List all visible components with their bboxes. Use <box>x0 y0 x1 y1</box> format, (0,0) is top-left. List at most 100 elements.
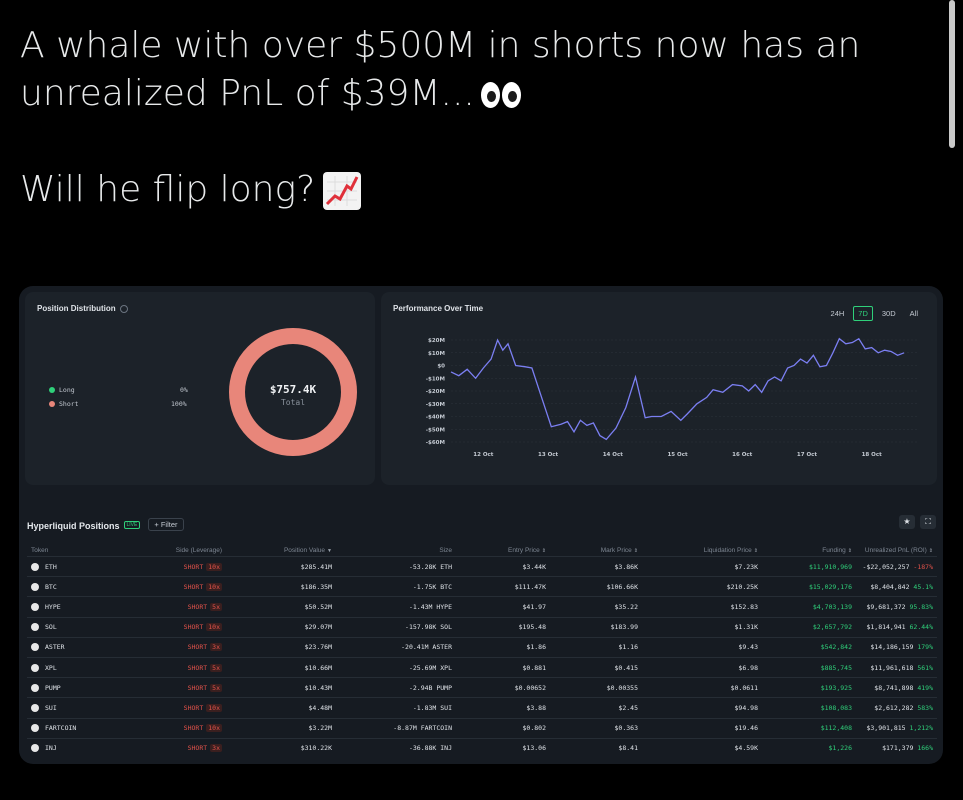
entry-price-cell: $0.802 <box>456 717 550 739</box>
funding-cell: $1,226 <box>762 737 856 758</box>
leverage-badge: 5x <box>210 683 222 692</box>
position-value-cell: $29.07M <box>226 616 336 638</box>
side-label: SHORT <box>187 663 208 672</box>
x-tick-label: 14 Oct <box>603 452 624 458</box>
token-icon <box>31 643 39 652</box>
long-pct: 0% <box>180 386 188 394</box>
side-cell: SHORT 10x <box>113 555 226 577</box>
col-mark-price[interactable]: Mark Price ⇕ <box>550 544 642 557</box>
size-cell: -53.28K ETH <box>336 555 456 577</box>
entry-price-cell: $195.48 <box>456 616 550 638</box>
col-liquidation-price[interactable]: Liquidation Price ⇕ <box>642 544 762 557</box>
x-tick-label: 13 Oct <box>538 452 559 458</box>
table-row[interactable]: FARTCOIN SHORT 10x $3.22M -8.87M FARTCOIN $0.… <box>27 717 937 739</box>
position-value-cell: $50.52M <box>226 596 336 618</box>
side-cell: SHORT 10x <box>113 697 226 718</box>
pnl-value: $9,681,372 <box>866 602 906 611</box>
sort-icon: ⇕ <box>753 547 758 554</box>
table-row[interactable]: INJ SHORT 3x $310.22K -36.88K INJ $13.06 $8.41… <box>27 737 937 758</box>
funding-cell: $542,842 <box>762 636 856 658</box>
entry-price-cell: $3.88 <box>456 697 550 718</box>
side-label: SHORT <box>183 582 204 591</box>
pnl-cell: $3,901,815 1,212% <box>856 717 937 739</box>
col-entry-price[interactable]: Entry Price ⇕ <box>456 544 550 557</box>
pnl-cell: -$22,052,257 -187% <box>856 555 937 577</box>
token-cell: HYPE <box>27 596 113 618</box>
pnl-value: $171,379 <box>882 744 914 753</box>
size-cell: -8.87M FARTCOIN <box>336 717 456 739</box>
liquidation-price-cell: $9.43 <box>642 636 762 658</box>
col-position-value-label: Position Value <box>283 546 326 554</box>
page-scrollbar[interactable] <box>949 0 955 148</box>
table-row[interactable]: HYPE SHORT 5x $50.52M -1.43M HYPE $41.97 $35.2… <box>27 596 937 618</box>
side-cell: SHORT 3x <box>113 737 226 758</box>
tweet-line-3: Will he flip long? <box>20 166 920 214</box>
token-icon <box>31 602 39 611</box>
table-row[interactable]: BTC SHORT 10x $186.35M -1.75K BTC $111.47K $10… <box>27 576 937 597</box>
pnl-cell: $11,961,618 561% <box>856 656 937 678</box>
y-tick-label: -$60M <box>426 440 445 446</box>
position-distribution-title: Position Distribution <box>37 304 128 313</box>
entry-price-cell: $1.86 <box>456 636 550 658</box>
pnl-value: $8,741,898 <box>874 683 914 692</box>
mark-price-cell: $0.415 <box>550 656 642 678</box>
mark-price-cell: $1.16 <box>550 636 642 658</box>
liquidation-price-cell: $152.83 <box>642 596 762 618</box>
liquidation-price-cell: $4.59K <box>642 737 762 758</box>
roi-value: 166% <box>917 744 933 753</box>
funding-cell: $885,745 <box>762 656 856 678</box>
tweet-line-1: A whale with over $500M in shorts now ha… <box>20 25 861 66</box>
size-cell: -1.75K BTC <box>336 576 456 597</box>
entry-price-cell: $41.97 <box>456 596 550 618</box>
sort-icon: ⇕ <box>541 547 546 554</box>
leverage-badge: 3x <box>210 643 222 652</box>
col-unrealized-pnl-label: Unrealized PnL (ROI) <box>864 546 927 554</box>
y-tick-label: -$10M <box>426 376 445 382</box>
col-unrealized-pnl[interactable]: Unrealized PnL (ROI) ⇕ <box>856 544 937 557</box>
col-side[interactable]: Side (Leverage) <box>113 544 226 557</box>
position-value-cell: $4.48M <box>226 697 336 718</box>
table-row[interactable]: SOL SHORT 10x $29.07M -157.98K SOL $195.48 $18… <box>27 616 937 638</box>
pnl-cell: $9,681,372 95.83% <box>856 596 937 618</box>
y-tick-label: -$30M <box>426 402 445 408</box>
position-distribution-title-text: Position Distribution <box>37 304 116 313</box>
col-funding[interactable]: Funding ⇕ <box>762 544 856 557</box>
table-row[interactable]: XPL SHORT 5x $10.66M -25.69M XPL $0.881 $0.415… <box>27 656 937 678</box>
side-cell: SHORT 10x <box>113 717 226 739</box>
tweet-line-3-text: Will he flip long? <box>20 169 316 210</box>
roi-value: 45.1% <box>913 582 933 591</box>
col-token[interactable]: Token <box>27 544 113 557</box>
roi-value: 95.83% <box>909 602 933 611</box>
roi-value: 62.44% <box>909 623 933 632</box>
legend-long: Long <box>49 386 75 394</box>
leverage-badge: 10x <box>206 582 222 591</box>
long-label: Long <box>59 386 75 394</box>
col-position-value[interactable]: Position Value ▼ <box>226 544 336 557</box>
side-cell: SHORT 5x <box>113 677 226 698</box>
side-label: SHORT <box>187 643 208 652</box>
token-cell: XPL <box>27 656 113 678</box>
table-row[interactable]: ETH SHORT 10x $285.41M -53.28K ETH $3.44K $3.8… <box>27 555 937 577</box>
token-cell: SOL <box>27 616 113 638</box>
table-row[interactable]: SUI SHORT 10x $4.48M -1.83M SUI $3.88 $2.45 $94… <box>27 697 937 718</box>
funding-cell: $112,408 <box>762 717 856 739</box>
filter-button[interactable]: + Filter <box>148 518 184 532</box>
expand-icon[interactable]: ⛶ <box>920 515 936 529</box>
entry-price-cell: $111.47K <box>456 576 550 597</box>
position-value-cell: $10.43M <box>226 677 336 698</box>
star-icon[interactable]: ★ <box>899 515 915 529</box>
table-row[interactable]: PUMP SHORT 5x $10.43M -2.94B PUMP $0.00652 $0.… <box>27 677 937 698</box>
table-row[interactable]: ASTER SHORT 3x $23.76M -20.41M ASTER $1.86 $1.… <box>27 636 937 658</box>
short-label: Short <box>59 400 79 408</box>
pnl-cell: $1,814,941 62.44% <box>856 616 937 638</box>
col-size[interactable]: Size <box>336 544 456 557</box>
pnl-value: $3,901,815 <box>866 724 906 733</box>
token-icon <box>31 562 39 571</box>
liquidation-price-cell: $94.98 <box>642 697 762 718</box>
token-name: INJ <box>45 744 57 753</box>
info-icon[interactable] <box>119 304 128 313</box>
liquidation-price-cell: $0.0611 <box>642 677 762 698</box>
col-mark-price-label: Mark Price <box>600 546 632 554</box>
performance-series-line <box>450 337 905 441</box>
side-label: SHORT <box>183 623 204 632</box>
